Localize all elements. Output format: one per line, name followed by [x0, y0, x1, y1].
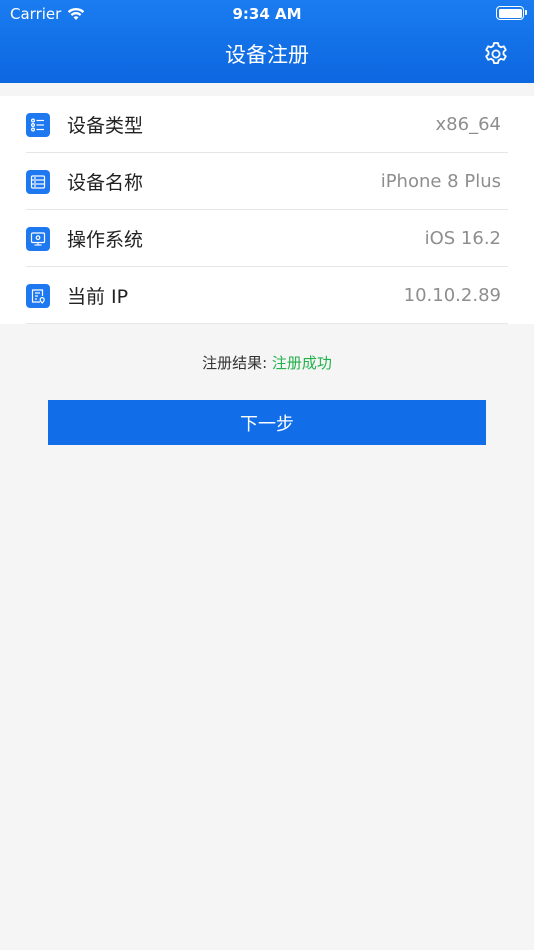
- settings-button[interactable]: [482, 40, 510, 68]
- registration-result: 注册结果: 注册成功: [0, 352, 534, 373]
- device-info-list: 设备类型 x86_64 设备名称 iPhone 8 Plus 操作系统 iOS …: [0, 96, 534, 324]
- result-status: 注册成功: [271, 354, 332, 372]
- page-title: 设备注册: [225, 43, 309, 67]
- app-header: Carrier 9:34 AM 设备注册: [0, 0, 534, 83]
- info-row-device-name: 设备名称 iPhone 8 Plus: [0, 153, 534, 210]
- status-time: 9:34 AM: [232, 5, 302, 23]
- row-value: 10.10.2.89: [403, 285, 501, 306]
- info-row-device-type: 设备类型 x86_64: [0, 96, 534, 153]
- monitor-icon: [26, 226, 50, 251]
- row-label: 当前 IP: [67, 286, 129, 308]
- row-value: x86_64: [435, 114, 501, 135]
- row-label: 操作系统: [67, 229, 144, 251]
- row-value: iPhone 8 Plus: [380, 171, 501, 192]
- info-row-ip: 当前 IP 10.10.2.89: [0, 267, 534, 324]
- row-value: iOS 16.2: [424, 228, 501, 249]
- status-bar: Carrier 9:34 AM: [0, 0, 534, 28]
- device-type-icon: [26, 112, 50, 137]
- ip-location-icon: [26, 283, 50, 308]
- result-label: 注册结果:: [202, 354, 268, 372]
- info-row-os: 操作系统 iOS 16.2: [0, 210, 534, 267]
- gear-icon: [485, 42, 507, 64]
- battery-icon: [496, 6, 527, 20]
- device-name-icon: [26, 169, 50, 194]
- row-label: 设备名称: [67, 172, 144, 194]
- next-step-button[interactable]: 下一步: [48, 400, 486, 445]
- row-label: 设备类型: [67, 115, 144, 137]
